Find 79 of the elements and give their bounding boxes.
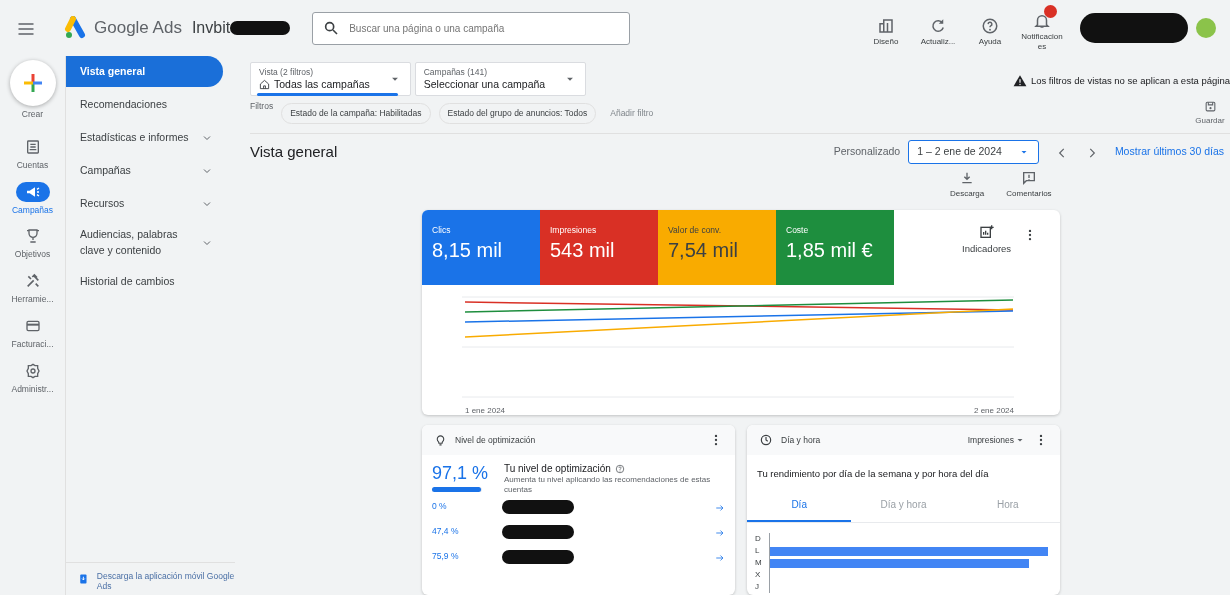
- nav-item[interactable]: Estadísticas e informes: [66, 122, 223, 153]
- dropdown[interactable]: Campañas (141) Seleccionar una campaña: [414, 62, 587, 96]
- arrow-right-icon: [715, 527, 725, 538]
- toolbar-button[interactable]: Actualiz...: [916, 9, 960, 47]
- filters-label: Filtros: [250, 100, 274, 113]
- axis-label: 2 ene 2024: [973, 404, 1014, 415]
- toolbar-button[interactable]: Ayuda: [968, 9, 1012, 47]
- warning-icon: [1012, 74, 1027, 89]
- toolbar-button[interactable]: Diseño: [864, 9, 908, 47]
- chart-add-icon: [978, 223, 995, 240]
- score-value: 47,4 %: [432, 525, 460, 539]
- trophy-icon: [24, 228, 41, 245]
- card-title: Nivel de optimización: [455, 433, 536, 447]
- product-name: Google Ads: [94, 17, 182, 40]
- nav-item[interactable]: Historial de cambios: [66, 266, 223, 298]
- axis-label: 1 ene 2024: [465, 404, 506, 415]
- account-name: Invbit: [191, 18, 231, 38]
- nav-item[interactable]: Audiencias, palabras clave y contenido: [66, 221, 223, 265]
- indicators-button[interactable]: Indicadores: [962, 223, 1012, 264]
- dropdown[interactable]: Vista (2 filtros) Todas las campañas: [250, 62, 411, 96]
- axis-label: L: [755, 545, 761, 558]
- date-range-picker[interactable]: 1 – 2 ene de 2024: [908, 140, 1039, 164]
- score-value: 97,1 %: [432, 463, 490, 485]
- tab[interactable]: Día: [747, 489, 852, 523]
- rail-item[interactable]: Campañas: [1, 181, 64, 217]
- toolbar-button[interactable]: Descarga: [950, 169, 985, 200]
- nav-item[interactable]: Recomendaciones: [66, 89, 223, 120]
- metric-tile[interactable]: Coste 1,85 mil €: [776, 209, 894, 285]
- page-title: Vista general: [250, 141, 338, 162]
- warning-text: Los filtros de vistas no se aplican a esta página: [1030, 74, 1230, 88]
- tools-icon: [24, 273, 41, 289]
- filter-chip[interactable]: Estado del grupo de anuncios: Todos: [438, 103, 597, 124]
- rail-item[interactable]: Objetivos: [1, 226, 64, 261]
- save-icon: [1203, 100, 1217, 113]
- rail-item[interactable]: Administr...: [1, 360, 64, 396]
- search-field[interactable]: Buscar una página o una campaña: [312, 11, 631, 45]
- list-icon: [24, 138, 41, 155]
- optimization-heading: Tu nivel de optimización: [503, 463, 611, 475]
- card-subtitle: Tu rendimiento por día de la semana y por hora del día: [756, 467, 990, 481]
- settings-icon: [24, 362, 41, 379]
- nav-item[interactable]: Campañas: [66, 155, 223, 186]
- score-value: 0 %: [432, 500, 448, 514]
- metric-dropdown[interactable]: Impresiones: [967, 433, 1026, 447]
- axis-label: J: [755, 581, 760, 594]
- nav-item[interactable]: Recursos: [66, 188, 223, 219]
- app-download-link[interactable]: Descarga la aplicación móvil Google Ads: [66, 561, 235, 595]
- lightbulb-icon: [434, 433, 447, 447]
- layout-icon: [877, 16, 895, 35]
- rail-item[interactable]: Facturaci...: [1, 315, 64, 351]
- axis-label: M: [755, 557, 763, 570]
- logo-icon: [64, 16, 88, 40]
- rail-item[interactable]: Herramie...: [1, 271, 64, 306]
- search-icon: [323, 20, 340, 36]
- help-icon: [981, 16, 999, 35]
- card-title: Día y hora: [781, 433, 821, 447]
- metric-tile[interactable]: Valor de conv. 7,54 mil: [658, 209, 776, 285]
- clock-icon: [759, 433, 773, 447]
- metric-tile[interactable]: Impresiones 543 mil: [540, 209, 658, 285]
- nav-item[interactable]: Vista general: [66, 56, 223, 87]
- add-filter-button[interactable]: Añadir filtro: [604, 106, 660, 121]
- score-value: 75,9 %: [432, 550, 460, 564]
- axis-label: D: [755, 533, 762, 546]
- axis-label: X: [755, 569, 762, 582]
- last-30-days-link[interactable]: Mostrar últimos 30 días: [1114, 144, 1224, 160]
- toolbar-button[interactable]: Comentarios: [1006, 169, 1052, 200]
- home-icon: [259, 78, 270, 90]
- toolbar-button[interactable]: Notificaciones: [1020, 4, 1064, 52]
- filter-chip[interactable]: Estado de la campaña: Habilitadas: [281, 103, 431, 124]
- progress-bar: [432, 486, 482, 492]
- save-button[interactable]: Guardar: [1190, 100, 1230, 127]
- arrow-right-icon: [715, 552, 725, 563]
- feedback-icon: [1020, 169, 1037, 186]
- rail-item[interactable]: Cuentas: [1, 136, 64, 172]
- search-input[interactable]: Buscar una página o una campaña: [347, 14, 620, 42]
- optimization-description: Aumenta tu nivel aplicando las recomendaciones de estas cuentas: [503, 475, 712, 495]
- date-preset-label: Personalizado: [833, 144, 901, 159]
- metric-tile[interactable]: Clics 8,15 mil: [422, 209, 540, 285]
- help-icon: [614, 464, 625, 474]
- arrow-right-icon: [715, 502, 725, 513]
